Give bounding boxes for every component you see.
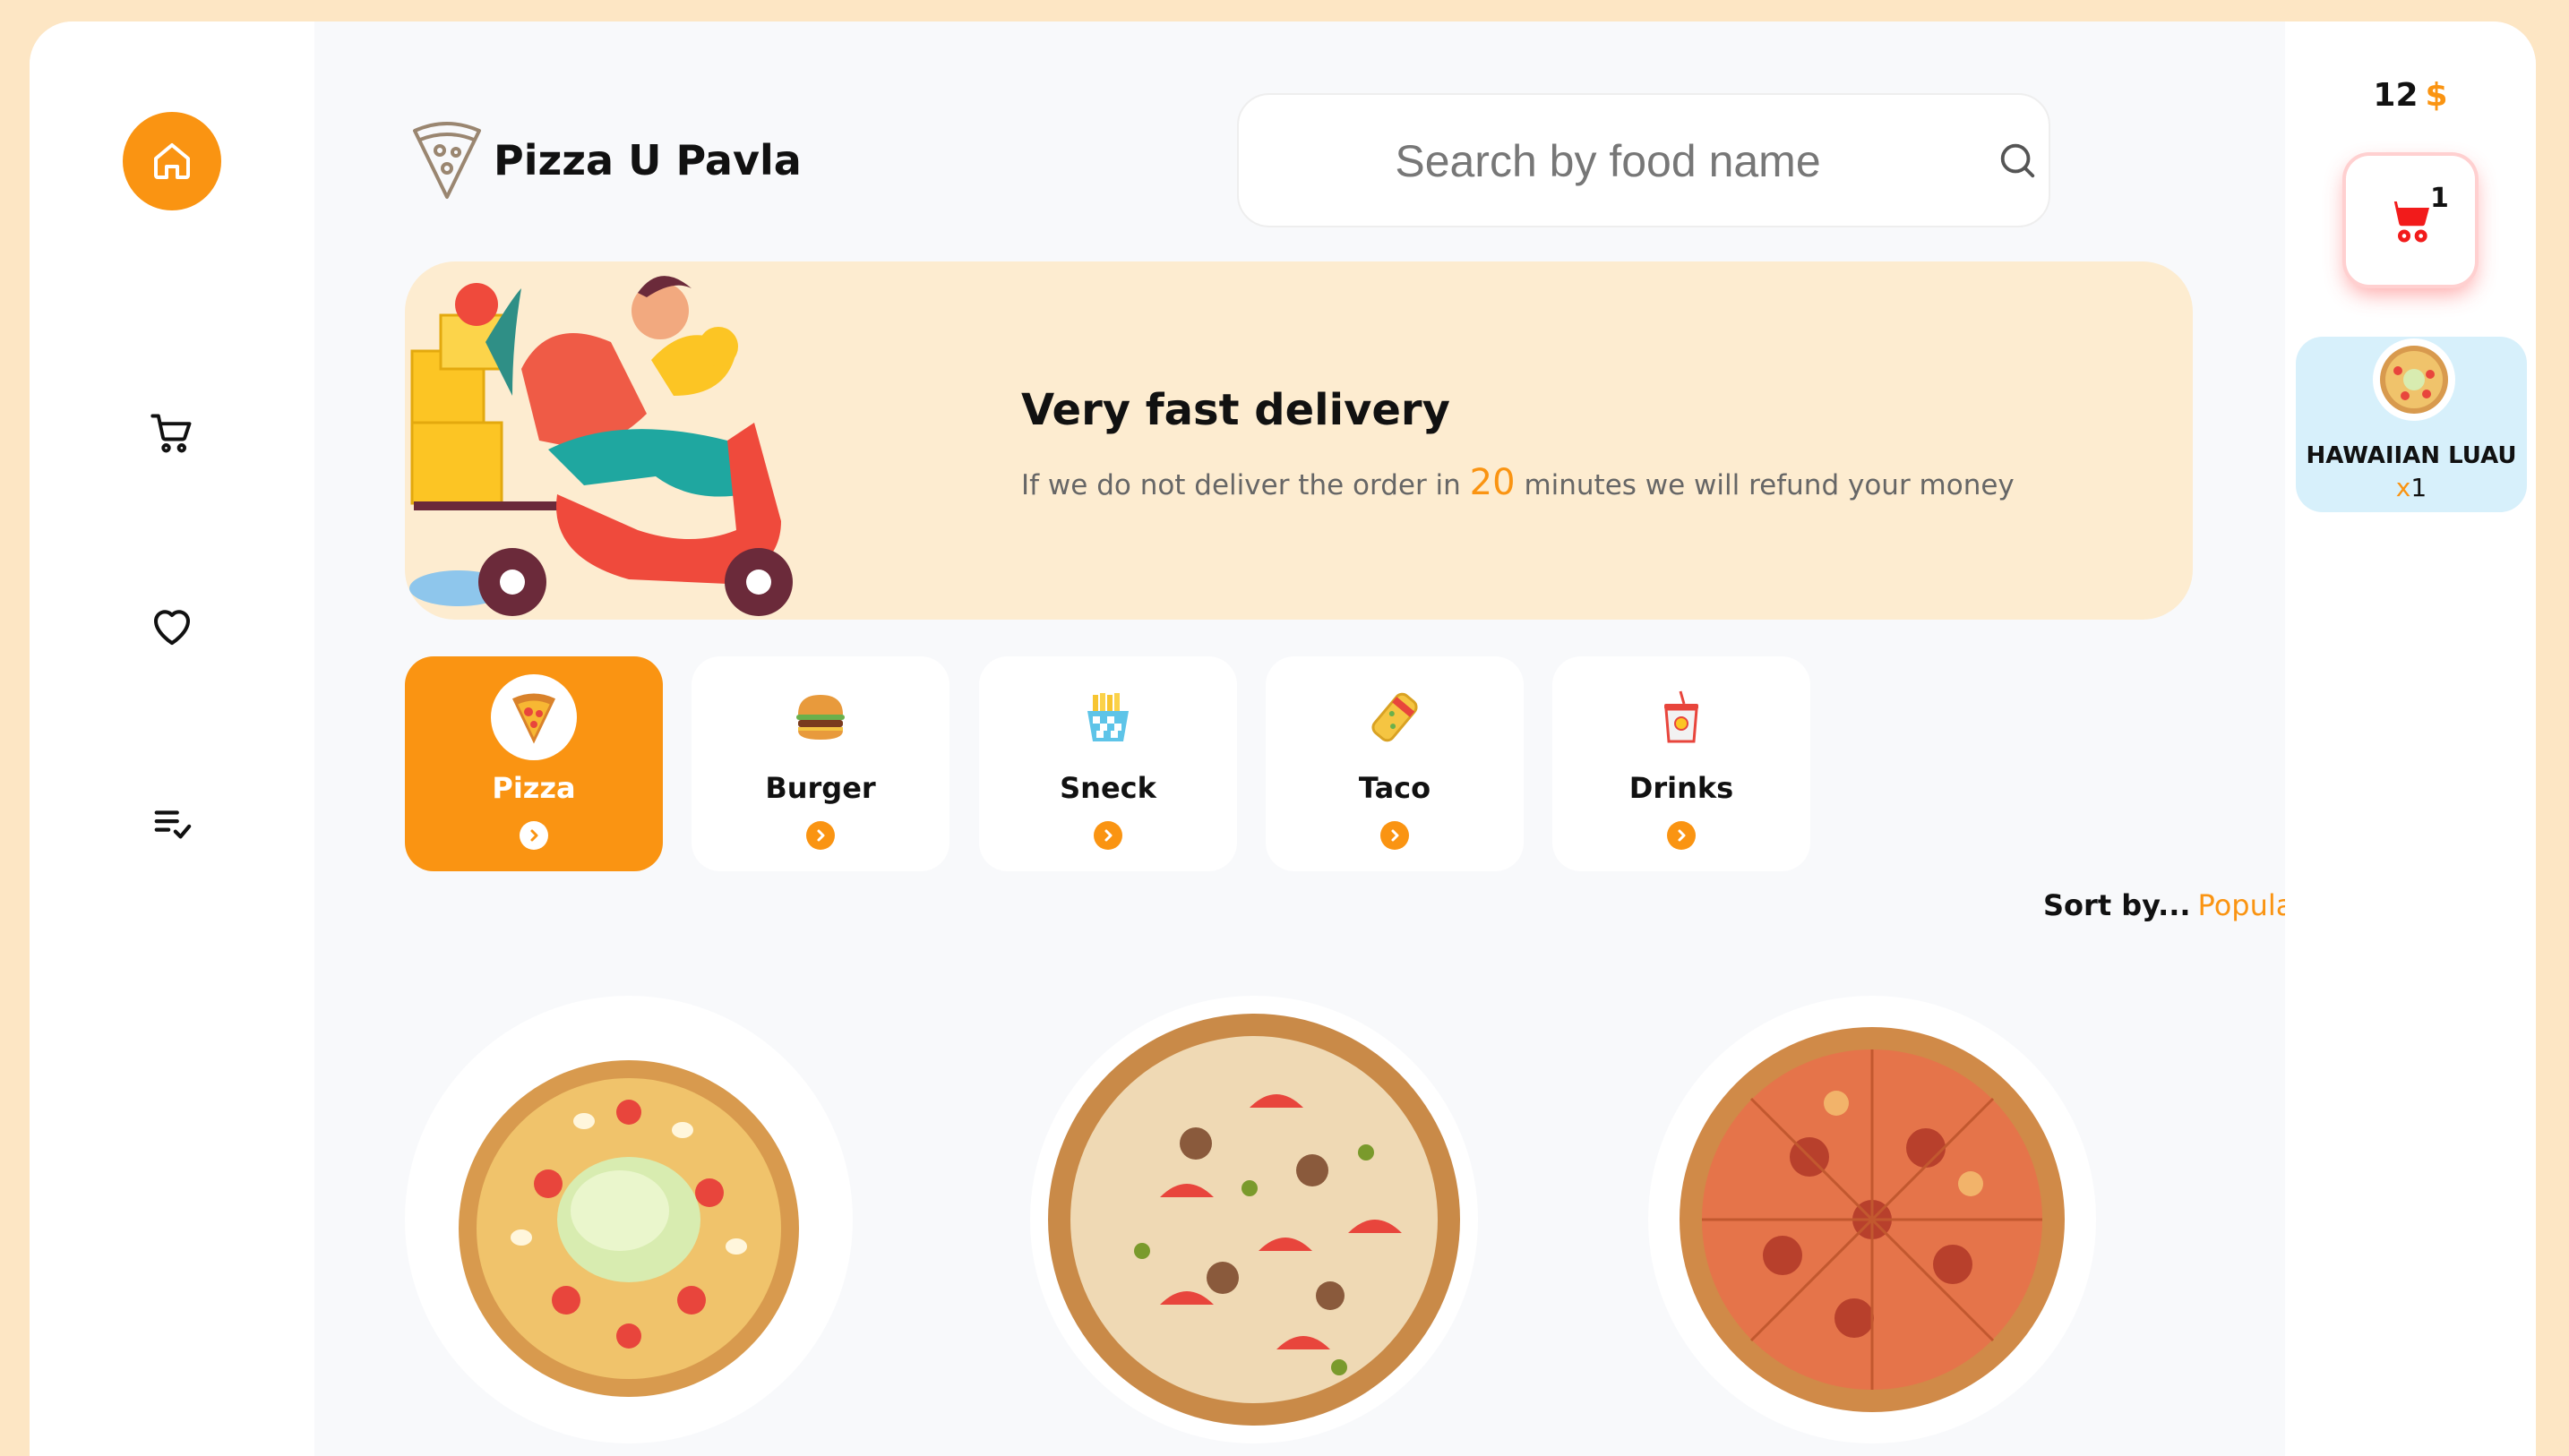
cart-item-quantity: x1 <box>2296 473 2527 502</box>
taco-icon <box>1352 674 1438 760</box>
fries-icon <box>1065 674 1151 760</box>
search-input[interactable] <box>1275 95 1941 227</box>
category-pizza[interactable]: Pizza <box>405 656 663 871</box>
sidebar <box>30 21 314 1456</box>
nav-favorites-button[interactable] <box>141 595 203 657</box>
pizza-thumbnail <box>2380 346 2448 414</box>
chevron-right-icon <box>520 821 548 850</box>
category-label: Taco <box>1358 771 1431 805</box>
nav-cart-button[interactable] <box>141 402 203 465</box>
pizza-slice-logo-icon <box>413 122 481 199</box>
cart-item-name: HAWAIIAN LUAU <box>2306 442 2517 469</box>
cart-button[interactable]: 1 <box>2346 156 2475 285</box>
drink-icon <box>1638 674 1724 760</box>
banner-title: Very fast delivery <box>1021 385 1450 435</box>
pizza-icon <box>491 674 577 760</box>
nav-orders-button[interactable] <box>141 792 203 854</box>
chevron-right-icon <box>1380 821 1409 850</box>
pizza-card[interactable] <box>1648 996 2096 1443</box>
quantity-prefix: x <box>2395 473 2411 502</box>
category-label: Pizza <box>492 771 576 805</box>
sort-control[interactable]: Sort by... Popular <box>2043 888 2306 922</box>
category-drinks[interactable]: Drinks <box>1552 656 1810 871</box>
delivery-scooter-illustration <box>409 276 793 616</box>
order-panel: 12 $ 1 HAWAIIAN LUAU x1 <box>2285 21 2536 1456</box>
cart-item[interactable]: HAWAIIAN LUAU x1 <box>2296 337 2527 512</box>
heart-icon <box>153 610 191 646</box>
pizza-card[interactable] <box>1030 996 1478 1443</box>
chevron-right-icon <box>806 821 835 850</box>
wallet-currency: $ <box>2425 77 2448 114</box>
banner-text-after: minutes we will refund your money <box>1524 469 2015 501</box>
category-taco[interactable]: Taco <box>1266 656 1524 871</box>
pizza-image <box>1680 1027 2065 1412</box>
shopping-cart-icon <box>2387 201 2429 243</box>
sort-label: Sort by... <box>2043 888 2191 922</box>
pizza-card[interactable] <box>405 996 853 1443</box>
category-label: Burger <box>765 771 876 805</box>
wallet-balance: 12 $ <box>2285 77 2536 114</box>
search-icon <box>2000 143 2035 178</box>
quantity-value: 1 <box>2410 473 2427 502</box>
app-window: Pizza U Pavla Very fast delivery <box>30 21 2536 1456</box>
chevron-right-icon <box>1094 821 1122 850</box>
category-burger[interactable]: Burger <box>692 656 949 871</box>
banner-highlight: 20 <box>1469 462 1516 503</box>
brand-name: Pizza U Pavla <box>494 136 802 184</box>
chevron-right-icon <box>1667 821 1696 850</box>
checklist-icon <box>154 810 192 839</box>
category-snack[interactable]: Sneck <box>979 656 1237 871</box>
nav-home-button[interactable] <box>123 112 221 210</box>
search-bar <box>1237 93 2050 227</box>
banner-text: If we do not deliver the order in 20 min… <box>1021 462 2015 503</box>
search-button[interactable] <box>1997 140 2038 184</box>
wallet-amount: 12 <box>2373 77 2419 114</box>
cart-item-image <box>2373 338 2455 421</box>
pizza-image <box>459 1060 799 1397</box>
home-icon <box>154 143 190 179</box>
pizza-image <box>1048 1014 1460 1426</box>
brand-logo[interactable]: Pizza U Pavla <box>409 120 802 201</box>
cart-icon <box>150 414 192 453</box>
promo-banner: Very fast delivery If we do not deliver … <box>405 261 2193 620</box>
category-label: Drinks <box>1628 771 1734 805</box>
banner-text-before: If we do not deliver the order in <box>1021 469 1461 501</box>
cart-count-badge: 1 <box>2430 183 2449 214</box>
burger-icon <box>778 674 863 760</box>
category-label: Sneck <box>1060 771 1156 805</box>
